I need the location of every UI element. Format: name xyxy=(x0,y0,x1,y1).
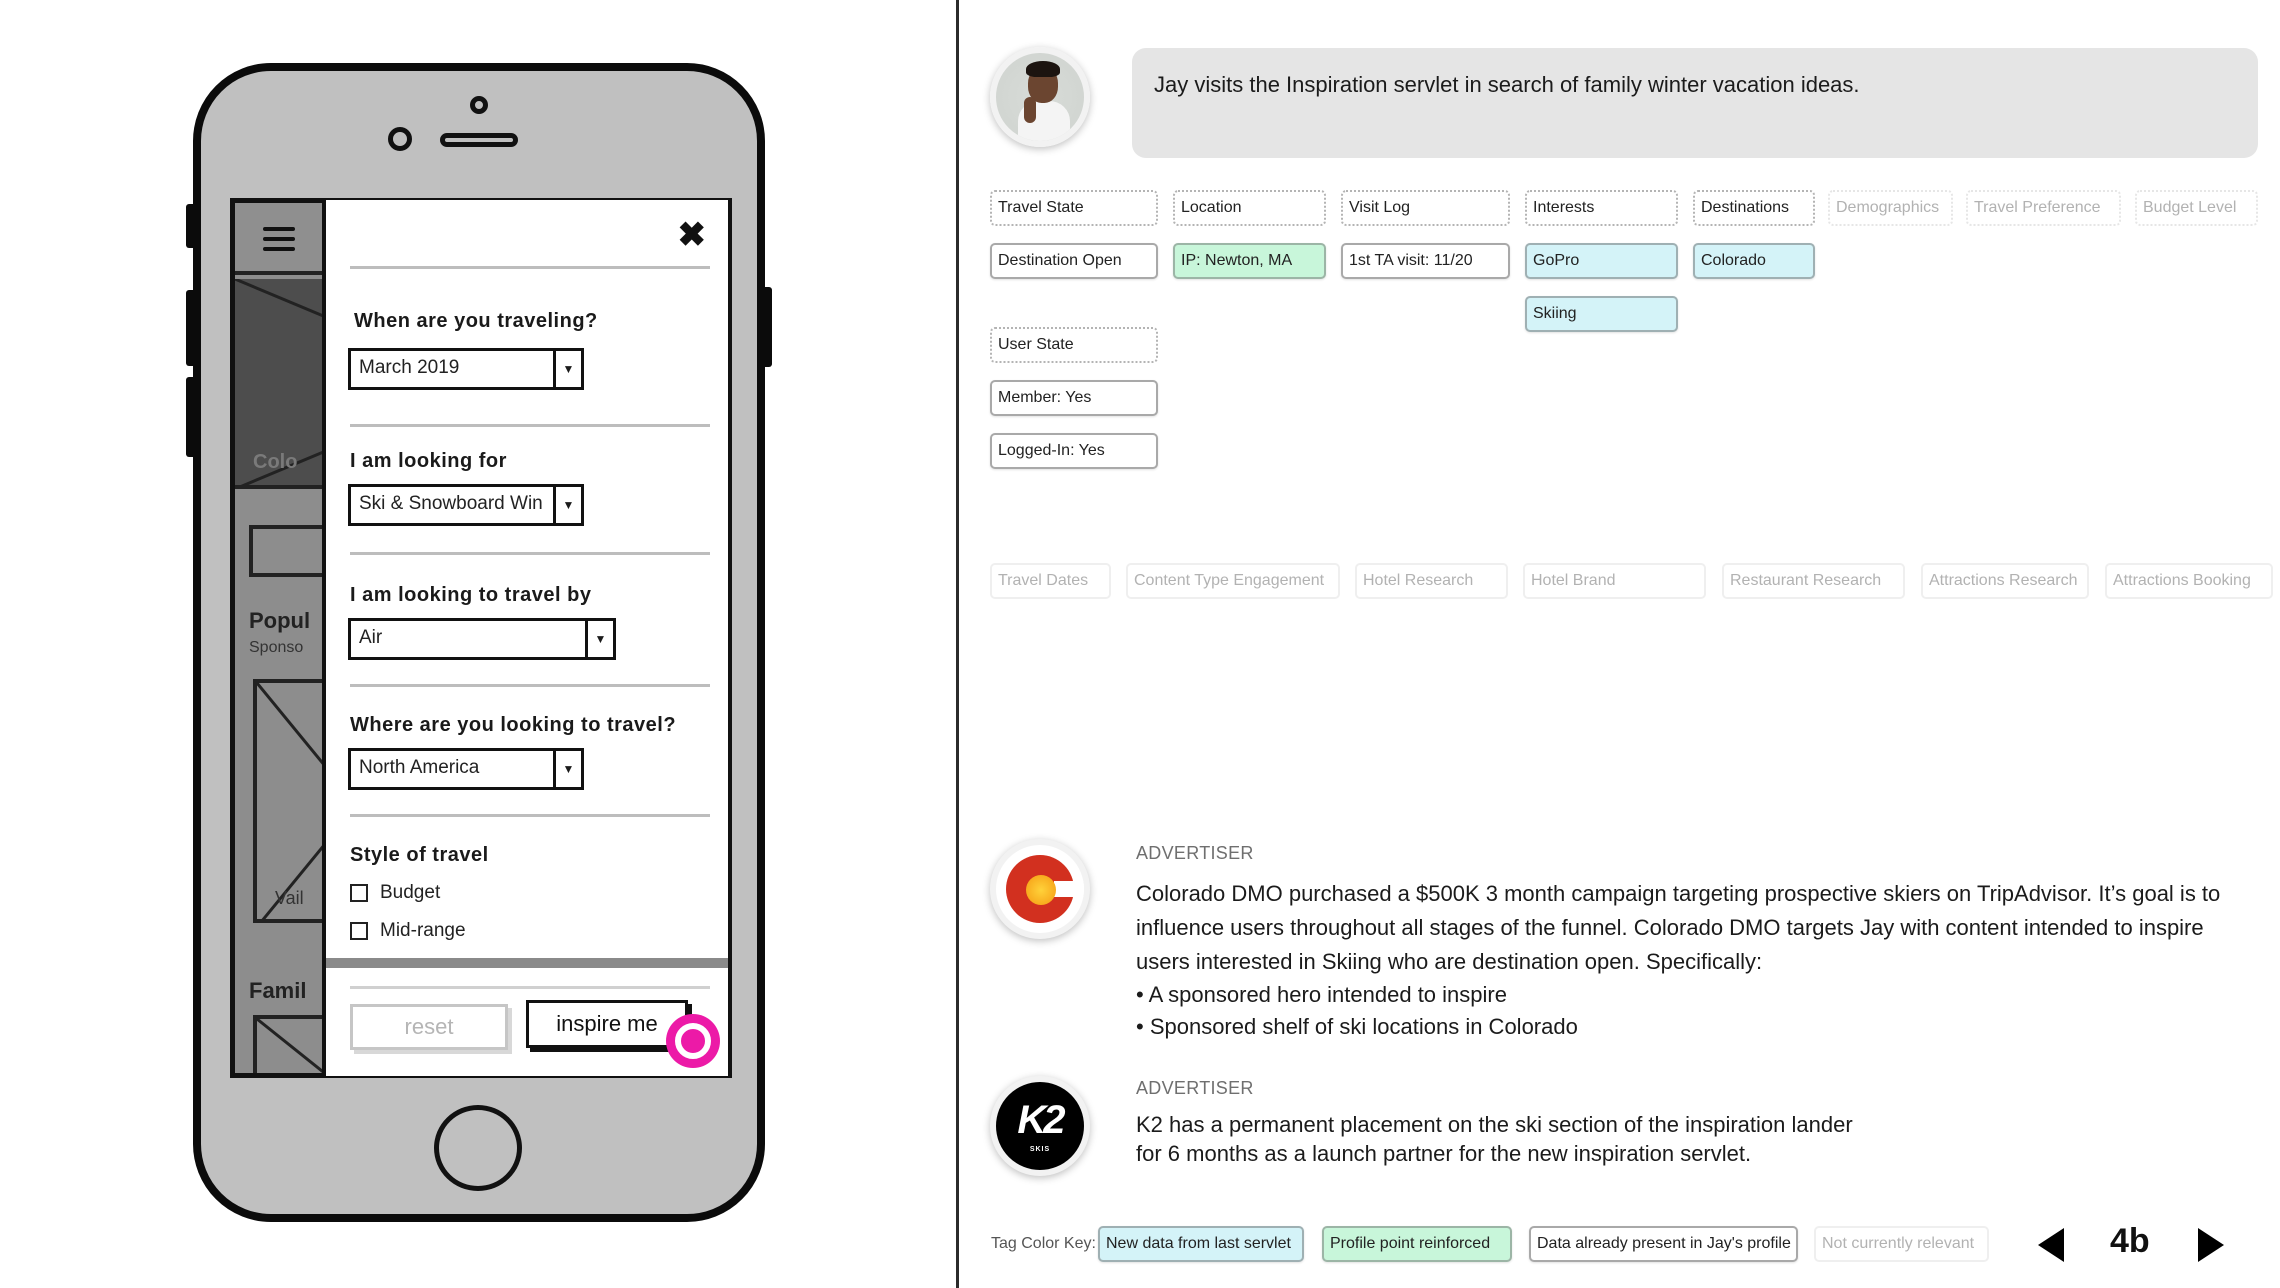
persona-avatar xyxy=(990,47,1090,147)
advertiser-label: ADVERTISER xyxy=(1136,843,1254,863)
phone-speaker-icon xyxy=(440,133,518,147)
modal-scroll-edge xyxy=(326,958,728,968)
destination-region-select[interactable]: North America ▼ xyxy=(348,748,584,790)
divider xyxy=(350,424,710,427)
divider xyxy=(350,552,710,555)
hamburger-menu-icon[interactable] xyxy=(263,227,295,251)
travel-by-select[interactable]: Air ▼ xyxy=(348,618,616,660)
advertiser-description: K2 has a permanent placement on the ski … xyxy=(1136,1110,2246,1168)
legend-data-present: Data already present in Jay's profile xyxy=(1529,1226,1798,1262)
k2-logo-icon: K2 SKIS xyxy=(990,1076,1090,1176)
advertiser-description: Colorado DMO purchased a $500K 3 month c… xyxy=(1136,877,2246,1043)
phone-sensor-icon xyxy=(388,127,412,151)
colorado-logo-icon xyxy=(990,839,1090,939)
advertiser-bullet: • A sponsored hero intended to inspire xyxy=(1136,982,1507,1007)
question-travel-date: When are you traveling? xyxy=(354,310,598,332)
inspire-me-button[interactable]: inspire me xyxy=(526,1000,688,1048)
k2-logo-subtext: SKIS xyxy=(1029,1146,1051,1153)
persona-narrative-bubble: Jay visits the Inspiration servlet in se… xyxy=(1132,48,2258,158)
style-budget-label: Budget xyxy=(380,882,441,903)
checkbox-icon xyxy=(350,922,368,940)
style-midrange-label: Mid-range xyxy=(380,920,466,941)
advertiser-description-line: for 6 months as a launch partner for the… xyxy=(1136,1141,1752,1166)
legend-new-data: New data from last servlet xyxy=(1098,1226,1304,1262)
tag-restaurant-research: Restaurant Research xyxy=(1722,563,1905,599)
style-budget-checkbox[interactable]: Budget xyxy=(350,882,440,904)
previous-slide-icon[interactable] xyxy=(2038,1228,2064,1262)
checkbox-icon xyxy=(350,884,368,902)
tag-interest-value: Skiing xyxy=(1525,296,1678,332)
travel-by-value: Air xyxy=(359,627,383,648)
question-travel-by: I am looking to travel by xyxy=(350,584,592,606)
panel-divider xyxy=(956,0,959,1288)
tag-color-key-label: Tag Color Key: xyxy=(991,1235,1096,1252)
travel-date-value: March 2019 xyxy=(359,357,460,378)
slide-number: 4b xyxy=(2110,1222,2150,1260)
tag-header-demographics: Demographics xyxy=(1828,190,1953,226)
inspiration-filter-modal: ✖ When are you traveling? March 2019 ▼ I… xyxy=(322,200,728,1076)
legend-profile-reinforced: Profile point reinforced xyxy=(1322,1226,1512,1262)
looking-for-value: Ski & Snowboard Win xyxy=(359,493,543,514)
divider xyxy=(350,986,710,989)
tag-interest-value: GoPro xyxy=(1525,243,1678,279)
tag-attractions-research: Attractions Research xyxy=(1921,563,2089,599)
background-section-title-2: Famil xyxy=(249,978,307,1003)
next-slide-icon[interactable] xyxy=(2198,1228,2224,1262)
card-label: Vail xyxy=(275,888,304,908)
close-icon[interactable]: ✖ xyxy=(678,218,707,252)
legend-not-relevant: Not currently relevant xyxy=(1814,1226,1989,1262)
advertiser-bullet: • Sponsored shelf of ski locations in Co… xyxy=(1136,1014,1578,1039)
background-section-title: Popul xyxy=(249,608,311,633)
tag-logged-in-value: Logged-In: Yes xyxy=(990,433,1158,469)
advertiser-description-text: Colorado DMO purchased a $500K 3 month c… xyxy=(1136,881,2221,974)
tag-header-interests: Interests xyxy=(1525,190,1678,226)
tag-travel-dates: Travel Dates xyxy=(990,563,1111,599)
divider xyxy=(350,684,710,687)
chevron-down-icon: ▼ xyxy=(553,351,581,387)
tag-attractions-booking: Attractions Booking xyxy=(2105,563,2273,599)
tag-header-location: Location xyxy=(1173,190,1326,226)
phone-home-button xyxy=(434,1105,522,1191)
tag-travel-state-value: Destination Open xyxy=(990,243,1158,279)
tag-visit-log-value: 1st TA visit: 11/20 xyxy=(1341,243,1510,279)
background-section-subtitle: Sponso xyxy=(249,639,304,656)
question-looking-for: I am looking for xyxy=(350,450,507,472)
advertiser-label: ADVERTISER xyxy=(1136,1078,1254,1098)
advertiser-description-line: K2 has a permanent placement on the ski … xyxy=(1136,1112,1853,1137)
divider xyxy=(350,266,710,269)
tag-destination-value: Colorado xyxy=(1693,243,1815,279)
looking-for-select[interactable]: Ski & Snowboard Win ▼ xyxy=(348,484,584,526)
style-midrange-checkbox[interactable]: Mid-range xyxy=(350,920,466,942)
chevron-down-icon: ▼ xyxy=(585,621,613,657)
tag-header-user-state: User State xyxy=(990,327,1158,363)
chevron-down-icon: ▼ xyxy=(553,751,581,787)
tap-indicator-icon xyxy=(666,1014,720,1068)
tag-header-visit-log: Visit Log xyxy=(1341,190,1510,226)
tag-hotel-research: Hotel Research xyxy=(1355,563,1508,599)
chevron-down-icon: ▼ xyxy=(553,487,581,523)
tag-content-type-engagement: Content Type Engagement xyxy=(1126,563,1340,599)
divider xyxy=(350,814,710,817)
question-destination-region: Where are you looking to travel? xyxy=(350,714,677,736)
tag-header-travel-preference: Travel Preference xyxy=(1966,190,2121,226)
hero-location-label: Colo xyxy=(253,451,298,473)
tag-hotel-brand: Hotel Brand xyxy=(1523,563,1706,599)
k2-logo-text: K2 xyxy=(1017,1098,1065,1142)
tag-member-value: Member: Yes xyxy=(990,380,1158,416)
destination-region-value: North America xyxy=(359,757,480,778)
style-of-travel-label: Style of travel xyxy=(350,844,489,866)
tag-header-budget-level: Budget Level xyxy=(2135,190,2258,226)
phone-front-camera-icon xyxy=(470,96,488,114)
tag-header-destinations: Destinations xyxy=(1693,190,1815,226)
travel-date-select[interactable]: March 2019 ▼ xyxy=(348,348,584,390)
persona-narrative: Jay visits the Inspiration servlet in se… xyxy=(1154,72,1860,97)
tag-location-value: IP: Newton, MA xyxy=(1173,243,1326,279)
tag-header-travel-state: Travel State xyxy=(990,190,1158,226)
reset-button[interactable]: reset xyxy=(350,1004,508,1050)
